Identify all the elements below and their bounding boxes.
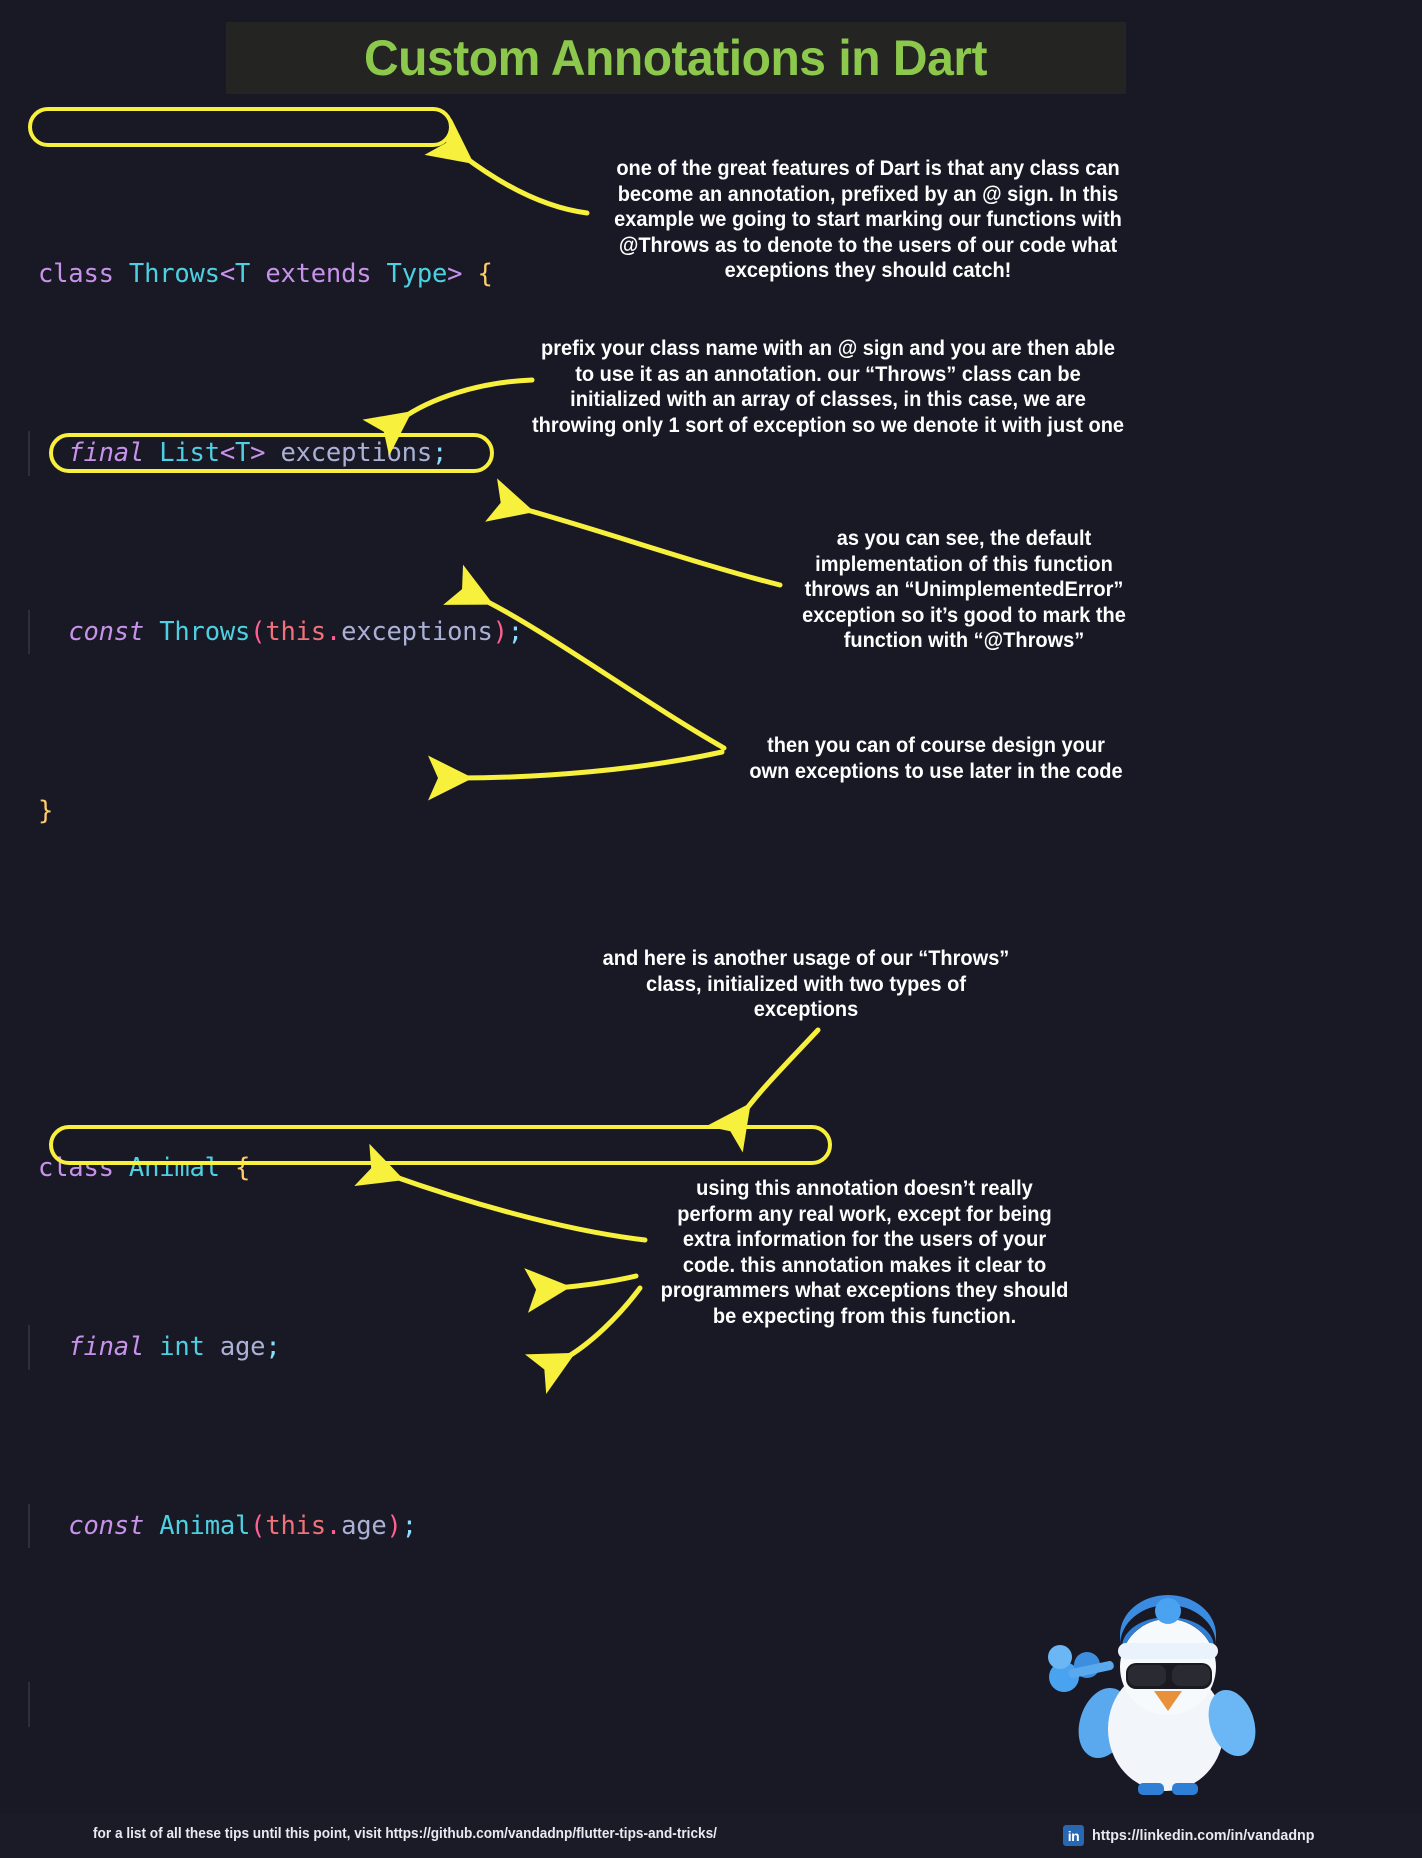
footer-linkedin-group[interactable]: in https://linkedin.com/in/vandadnp [1063, 1825, 1326, 1846]
footer-linkedin-link[interactable]: https://linkedin.com/in/vandadnp [1092, 1827, 1314, 1844]
code-line: } [38, 795, 54, 826]
dumbbell-icon [1048, 1645, 1114, 1692]
linkedin-icon: in [1063, 1825, 1084, 1846]
note-annotation-intro: one of the great features of Dart is tha… [614, 156, 1122, 282]
mascot-bird-illustration [1048, 1595, 1256, 1795]
code-line: final int age; [28, 1324, 1098, 1370]
note-two-types: and here is another usage of our “Throws… [602, 946, 1010, 1021]
note-extra-info: using this annotation doesn’t really per… [660, 1176, 1069, 1328]
footer-github-link[interactable]: for a list of all these tips until this … [93, 1826, 717, 1842]
note-default-impl: as you can see, the default implementati… [802, 526, 1126, 652]
infographic-root: Custom Annotations in Dart class Throws<… [0, 0, 1422, 1858]
code-line [28, 1682, 1098, 1728]
note-own-exceptions: then you can of course design your own e… [749, 733, 1123, 783]
note-prefix-class: prefix your class name with an @ sign an… [531, 336, 1125, 437]
footer-bar: for a list of all these tips until this … [0, 1814, 1422, 1858]
title-banner: Custom Annotations in Dart [226, 22, 1126, 94]
code-line: const Animal(this.age); [28, 1503, 1098, 1549]
page-title: Custom Annotations in Dart [364, 30, 988, 86]
